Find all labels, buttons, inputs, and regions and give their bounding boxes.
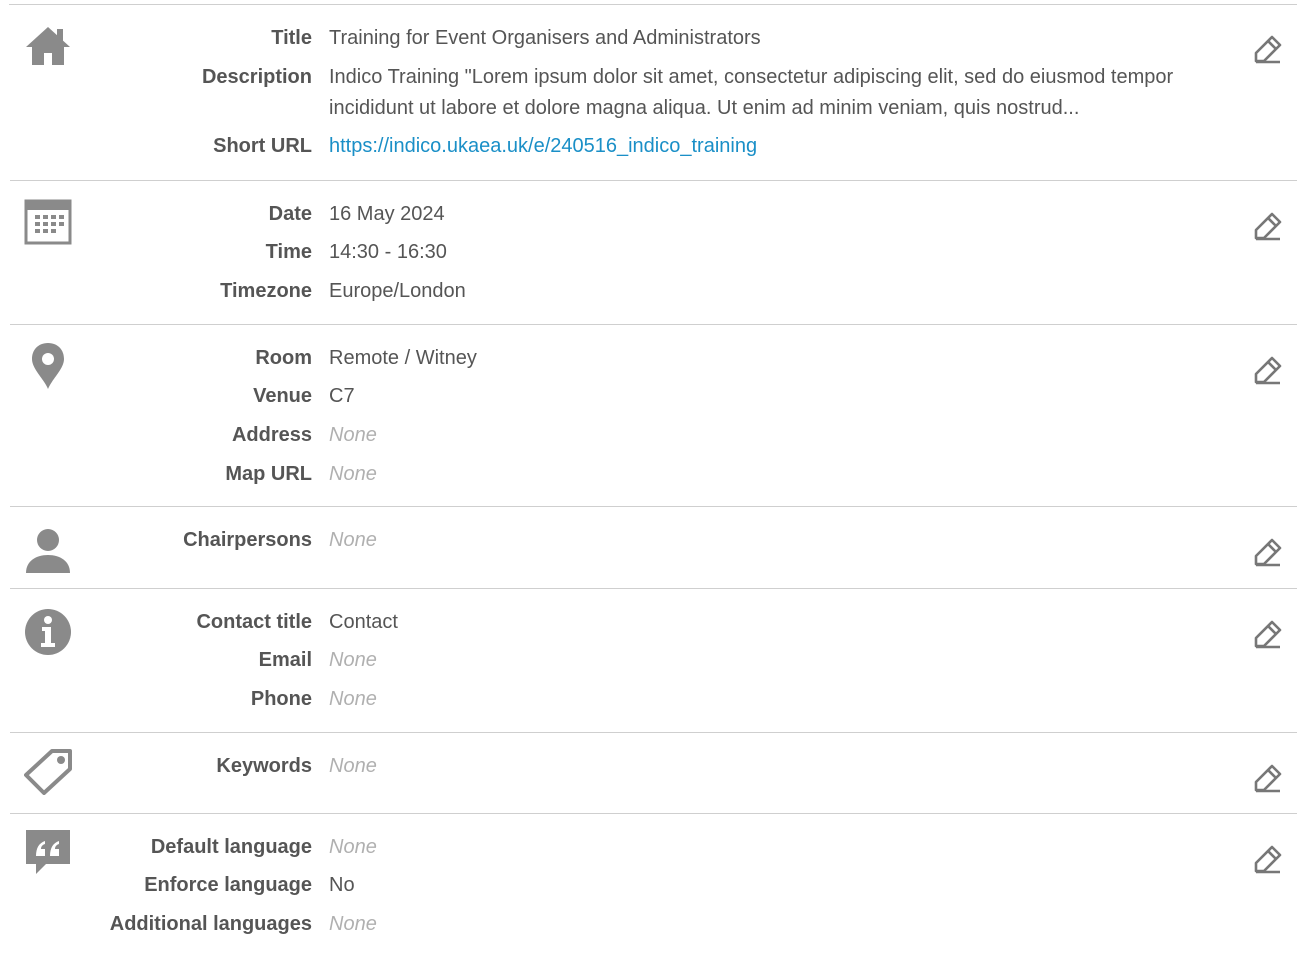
- email-row: Email None: [10, 647, 1240, 673]
- short-url-row: Short URL https://indico.ukaea.uk/e/2405…: [10, 133, 1240, 159]
- map-url-row: Map URL None: [10, 461, 1240, 487]
- date-label: Date: [268, 203, 312, 225]
- short-url-link[interactable]: https://indico.ukaea.uk/e/240516_indico_…: [329, 133, 757, 159]
- contact-title-value: Contact: [329, 611, 398, 633]
- address-row: Address None: [10, 422, 1240, 448]
- contact-title-row: Contact title Contact: [10, 609, 1240, 635]
- edit-keywords-pencil-icon[interactable]: [1253, 763, 1283, 793]
- keywords-value: None: [329, 755, 377, 777]
- email-label: Email: [258, 649, 312, 671]
- section-chairpersons: Chairpersons None: [10, 507, 1297, 589]
- venue-row: Venue C7: [10, 383, 1240, 409]
- timezone-label: Timezone: [220, 280, 312, 302]
- edit-title-pencil-icon[interactable]: [1253, 34, 1283, 64]
- edit-contact-pencil-icon[interactable]: [1253, 619, 1283, 649]
- default-language-row: Default language None: [10, 834, 1240, 860]
- time-row: Time 14:30 - 16:30: [10, 239, 1240, 265]
- address-label: Address: [231, 424, 312, 446]
- phone-value: None: [329, 688, 377, 710]
- timezone-row: Timezone Europe/London: [10, 278, 1240, 304]
- section-datetime: Date 16 May 2024 Time 14:30 - 16:30 Time…: [10, 181, 1297, 325]
- address-value: None: [329, 424, 377, 446]
- room-value: Remote / Witney: [329, 347, 477, 369]
- section-keywords: Keywords None: [10, 733, 1297, 814]
- section-location: Room Remote / Witney Venue C7 Address No…: [10, 325, 1297, 507]
- short-url-label: Short URL: [213, 135, 312, 157]
- title-row: Title Training for Event Organisers and …: [10, 25, 1240, 51]
- additional-languages-label: Additional languages: [109, 913, 312, 935]
- keywords-label: Keywords: [216, 755, 312, 777]
- section-title: Title Training for Event Organisers and …: [10, 5, 1297, 181]
- time-label: Time: [265, 241, 312, 263]
- venue-label: Venue: [253, 385, 312, 407]
- room-row: Room Remote / Witney: [10, 345, 1240, 371]
- map-url-value: None: [329, 463, 377, 485]
- additional-languages-value: None: [329, 913, 377, 935]
- section-contact: Contact title Contact Email None Phone N…: [10, 589, 1297, 733]
- default-language-label: Default language: [150, 836, 312, 858]
- description-row: Description Indico Training "Lorem ipsum…: [10, 64, 1240, 119]
- title-label: Title: [271, 27, 312, 49]
- event-settings-panel: Title Training for Event Organisers and …: [9, 4, 1297, 935]
- title-value: Training for Event Organisers and Admini…: [329, 27, 761, 49]
- edit-language-pencil-icon[interactable]: [1253, 844, 1283, 874]
- phone-label: Phone: [250, 688, 312, 710]
- enforce-language-value: No: [329, 874, 355, 896]
- time-value: 14:30 - 16:30: [329, 241, 447, 263]
- map-url-label: Map URL: [225, 463, 312, 485]
- email-value: None: [329, 649, 377, 671]
- chairpersons-label: Chairpersons: [183, 529, 312, 551]
- edit-chairpersons-pencil-icon[interactable]: [1253, 537, 1283, 567]
- contact-title-label: Contact title: [196, 611, 312, 633]
- phone-row: Phone None: [10, 686, 1240, 712]
- venue-value: C7: [329, 385, 355, 407]
- edit-datetime-pencil-icon[interactable]: [1253, 211, 1283, 241]
- enforce-language-label: Enforce language: [144, 874, 312, 896]
- enforce-language-row: Enforce language No: [10, 872, 1240, 898]
- chairpersons-value: None: [329, 529, 377, 551]
- room-label: Room: [255, 347, 312, 369]
- date-row: Date 16 May 2024: [10, 201, 1240, 227]
- additional-languages-row: Additional languages None: [10, 911, 1240, 937]
- date-value: 16 May 2024: [329, 203, 445, 225]
- keywords-row: Keywords None: [10, 753, 1240, 779]
- edit-location-pencil-icon[interactable]: [1253, 355, 1283, 385]
- section-language: Default language None Enforce language N…: [10, 814, 1297, 964]
- chairpersons-row: Chairpersons None: [10, 527, 1240, 553]
- timezone-value: Europe/London: [329, 280, 466, 302]
- default-language-value: None: [329, 836, 377, 858]
- description-label: Description: [201, 66, 312, 88]
- description-value: Indico Training "Lorem ipsum dolor sit a…: [329, 66, 1174, 119]
